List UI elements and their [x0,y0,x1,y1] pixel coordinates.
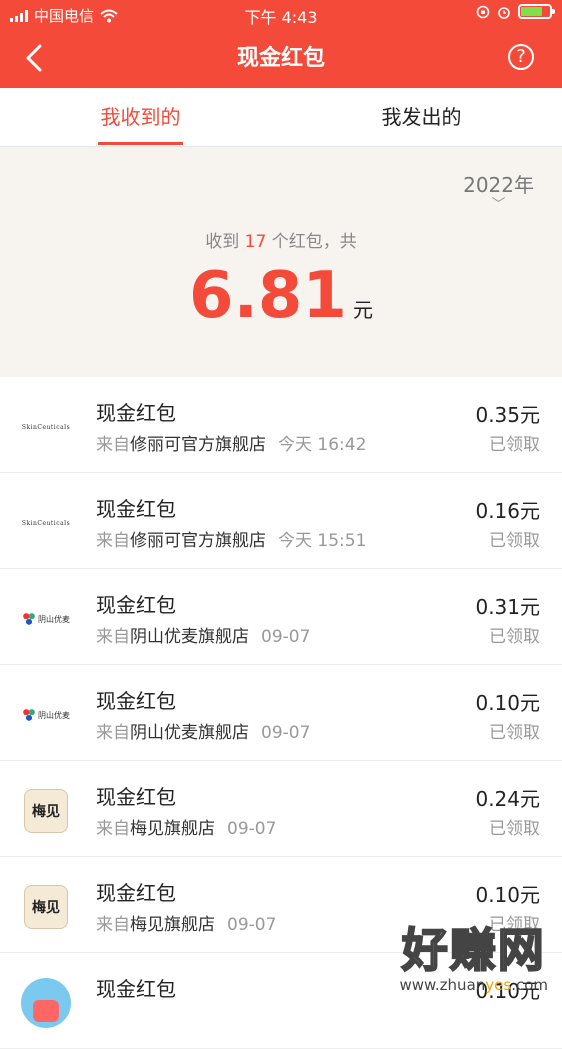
item-title: 现金红包 [96,593,176,617]
store-logo-text: SkinCeuticals [21,423,71,431]
list-item[interactable]: 阴山优麦 现金红包 来自阴山优麦旗舰店 09-07 0.10元 已领取 [0,665,562,761]
count-prefix: 收到 [205,232,240,252]
item-title: 现金红包 [96,401,176,425]
store-logo-text: SkinCeuticals [21,519,71,527]
tab-sent[interactable]: 我发出的 [281,88,562,146]
store-logo-text: 阴山优麦 [38,710,70,720]
active-tab-indicator [98,142,183,145]
item-status: 已领取 [489,435,540,455]
item-status: 已领取 [489,531,540,551]
battery-icon [518,4,555,19]
item-from: 来自 [96,531,130,551]
item-store: 梅见旗舰店 [130,819,215,839]
chevron-down-icon: ﹀ [491,197,506,213]
brand-dots-icon [22,708,36,722]
item-store: 修丽可官方旗舰店 [130,531,266,551]
item-amount: 0.10元 [475,883,540,907]
list-item[interactable]: 阴山优麦 现金红包 来自阴山优麦旗舰店 09-07 0.31元 已领取 [0,569,562,665]
list-item[interactable]: SkinCeuticals 现金红包 来自修丽可官方旗舰店 今天 16:42 0.… [0,377,562,473]
store-logo-text: 梅见 [24,789,68,833]
item-subtitle: 来自阴山优麦旗舰店 09-07 [96,622,310,647]
store-logo: 阴山优麦 [20,593,72,645]
item-status: 已领取 [489,723,540,743]
item-store: 修丽可官方旗舰店 [130,435,266,455]
orientation-lock-icon [476,5,490,18]
store-logo: 梅见 [20,785,72,837]
store-logo: SkinCeuticals [20,497,72,549]
item-amount: 0.10元 [475,691,540,715]
item-status: 已领取 [489,819,540,839]
item-time: 09-07 [227,819,277,839]
watermark: 好赚网 www.zhuanyes.com [399,914,548,994]
top-header: 中国电信 下午 4:43 现金红包 ? [0,0,562,88]
watermark-url-c: .com [511,976,548,994]
tab-bar: 我收到的 我发出的 [0,88,562,147]
item-title: 现金红包 [96,785,176,809]
store-logo: SkinCeuticals [20,401,72,453]
item-subtitle: 来自修丽可官方旗舰店 今天 16:42 [96,430,366,455]
page-title: 现金红包 [236,46,325,71]
item-time: 今天 15:51 [278,531,367,551]
tab-received[interactable]: 我收到的 [0,88,281,146]
total-unit: 元 [352,298,373,322]
store-logo-text: 梅见 [24,885,68,929]
item-amount: 0.31元 [475,595,540,619]
item-title: 现金红包 [96,497,176,521]
brand-dots-icon [22,612,36,626]
alarm-icon [498,6,510,19]
watermark-url: www.zhuanyes.com [399,976,548,994]
status-right [476,4,555,19]
item-subtitle: 来自梅见旗舰店 09-07 [96,910,276,935]
total-amount: 6.81 [189,259,347,333]
year-selector[interactable]: 2022年 ﹀ [463,169,534,213]
list-item[interactable]: SkinCeuticals 现金红包 来自修丽可官方旗舰店 今天 15:51 0.… [0,473,562,569]
item-amount: 0.35元 [475,403,540,427]
item-store: 梅见旗舰店 [130,915,215,935]
item-subtitle: 来自修丽可官方旗舰店 今天 15:51 [96,526,366,551]
watermark-url-b: yes [485,976,512,994]
item-time: 09-07 [261,723,311,743]
watermark-url-a: www.zhuan [399,976,486,994]
item-store: 阴山优麦旗舰店 [130,627,249,647]
item-title: 现金红包 [96,881,176,905]
item-title: 现金红包 [96,689,176,713]
item-from: 来自 [96,915,130,935]
summary-panel: 2022年 ﹀ 收到 17 个红包，共 6.81 元 [0,147,562,377]
total-amount-line: 6.81 元 [0,259,562,333]
help-button[interactable]: ? [508,44,534,70]
item-time: 今天 16:42 [278,435,367,455]
item-title: 现金红包 [96,977,176,1001]
store-logo-text: 阴山优麦 [38,614,70,624]
item-subtitle: 来自梅见旗舰店 09-07 [96,814,276,839]
item-time: 09-07 [261,627,311,647]
item-amount: 0.24元 [475,787,540,811]
watermark-title: 好赚网 [401,922,546,978]
item-status: 已领取 [489,627,540,647]
packet-count: 17 [244,232,267,252]
count-line: 收到 17 个红包，共 [0,227,562,252]
store-logo: 阴山优麦 [20,689,72,741]
status-bar: 中国电信 下午 4:43 [0,0,562,28]
year-label: 2022年 [463,173,534,197]
item-from: 来自 [96,723,130,743]
list-item[interactable]: 梅见 现金红包 来自梅见旗舰店 09-07 0.24元 已领取 [0,761,562,857]
store-logo [20,977,72,1029]
item-from: 来自 [96,627,130,647]
store-avatar [21,978,71,1028]
item-subtitle: 来自阴山优麦旗舰店 09-07 [96,718,310,743]
count-suffix: 个红包，共 [271,232,357,252]
item-store: 阴山优麦旗舰店 [130,723,249,743]
item-from: 来自 [96,435,130,455]
item-amount: 0.16元 [475,499,540,523]
item-time: 09-07 [227,915,277,935]
item-from: 来自 [96,819,130,839]
store-logo: 梅见 [20,881,72,933]
